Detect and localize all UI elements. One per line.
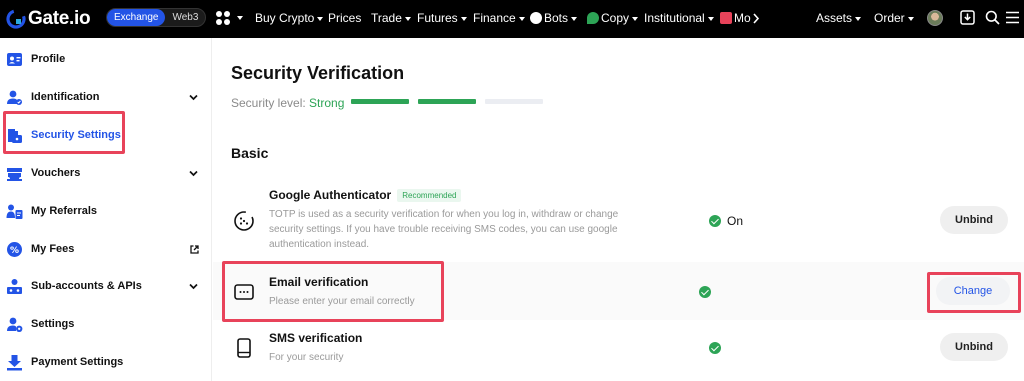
recommended-badge: Recommended	[397, 189, 462, 202]
check-circle-icon	[709, 342, 721, 354]
nav-assets[interactable]: Assets	[816, 11, 862, 25]
avatar[interactable]	[927, 10, 943, 26]
nav-copy[interactable]: Copy	[587, 11, 639, 25]
sidebar-item-profile[interactable]: Profile	[0, 40, 212, 78]
sidebar-item-label: Identification	[31, 91, 100, 103]
download-icon[interactable]	[960, 10, 975, 25]
gate-logo[interactable]: Gate.io	[6, 8, 91, 30]
sub-accounts-icon	[7, 278, 22, 294]
nav-futures[interactable]: Futures	[417, 11, 467, 25]
sidebar-item-my-referrals[interactable]: My Referrals	[0, 192, 212, 230]
nav-prices[interactable]: Prices	[328, 11, 361, 25]
chevron-right-icon[interactable]	[752, 13, 760, 24]
top-navigation-bar: Gate.io Exchange Web3 Buy Crypto Prices …	[0, 0, 1024, 38]
logo-text: Gate.io	[28, 8, 91, 29]
status-on: On	[709, 214, 743, 228]
change-button-highlight	[927, 272, 1021, 313]
gate-logo-icon	[6, 9, 26, 29]
sidebar-item-label: My Fees	[31, 243, 75, 255]
toggle-exchange[interactable]: Exchange	[107, 9, 166, 26]
sidebar-item-label: Vouchers	[31, 167, 81, 179]
nav-trade[interactable]: Trade	[371, 11, 411, 25]
main-content: Security Verification Security level: St…	[213, 38, 1024, 381]
authenticator-icon	[234, 211, 254, 231]
section-title-basic: Basic	[231, 145, 269, 161]
nav-more[interactable]: Mo	[720, 11, 751, 25]
sidebar: Profile Identification Security Settings…	[0, 38, 212, 381]
fees-icon: %	[7, 241, 22, 257]
page-title: Security Verification	[231, 63, 405, 83]
settings-icon	[7, 317, 23, 332]
sidebar-item-payment-settings[interactable]: Payment Settings	[0, 343, 212, 381]
identification-icon	[7, 90, 22, 105]
email-verification-highlight	[222, 261, 444, 322]
sidebar-item-label: Settings	[31, 318, 75, 330]
more-icon	[720, 12, 732, 24]
profile-icon	[7, 52, 22, 66]
phone-icon	[237, 338, 251, 358]
apps-icon[interactable]	[216, 11, 230, 25]
voucher-icon	[7, 167, 22, 181]
nav-order[interactable]: Order	[874, 11, 914, 25]
security-level-bar-1	[351, 99, 409, 104]
copy-flame-icon	[587, 12, 599, 24]
unbind-sms-button[interactable]: Unbind	[940, 333, 1008, 361]
sidebar-item-vouchers[interactable]: Vouchers	[0, 154, 212, 192]
row-description: TOTP is used as a security verification …	[269, 209, 619, 250]
security-level: Security level: Strong	[231, 96, 345, 110]
security-settings-highlight	[3, 111, 125, 154]
row-title: SMS verification	[269, 331, 363, 345]
row-title: Google Authenticator Recommended	[269, 188, 462, 202]
nav-finance[interactable]: Finance	[473, 11, 525, 25]
sidebar-item-settings[interactable]: Settings	[0, 305, 212, 343]
referrals-icon	[6, 204, 23, 219]
check-circle-icon	[699, 286, 711, 298]
status-enabled	[709, 342, 721, 354]
search-icon[interactable]	[985, 10, 1000, 25]
exchange-web3-toggle[interactable]: Exchange Web3	[106, 8, 206, 27]
payment-icon	[7, 354, 22, 370]
security-level-bar-2	[418, 99, 476, 104]
external-link-icon	[190, 244, 199, 254]
sidebar-item-my-fees[interactable]: % My Fees	[0, 230, 212, 268]
toggle-web3[interactable]: Web3	[165, 12, 205, 23]
chevron-down-icon	[237, 16, 243, 20]
sidebar-item-label: Payment Settings	[31, 356, 124, 368]
sidebar-item-label: Profile	[31, 53, 66, 65]
sidebar-item-label: My Referrals	[31, 205, 98, 217]
chevron-down-icon	[189, 94, 198, 100]
nav-institutional[interactable]: Institutional	[644, 11, 714, 25]
check-circle-icon	[709, 215, 721, 227]
row-description: For your security	[269, 352, 344, 363]
nav-bots[interactable]: Bots	[530, 11, 578, 25]
nav-buy-crypto[interactable]: Buy Crypto	[255, 11, 324, 25]
bots-icon	[530, 12, 542, 24]
menu-icon[interactable]	[1005, 11, 1020, 24]
security-level-bar-3	[485, 99, 543, 104]
sidebar-item-sub-accounts-apis[interactable]: Sub-accounts & APIs	[0, 267, 212, 305]
unbind-authenticator-button[interactable]: Unbind	[940, 206, 1008, 234]
security-level-value: Strong	[309, 96, 345, 110]
chevron-down-icon	[189, 283, 198, 289]
status-enabled	[699, 286, 711, 298]
svg-text:%: %	[10, 246, 19, 256]
chevron-down-icon	[189, 170, 198, 176]
sidebar-item-label: Sub-accounts & APIs	[31, 280, 142, 292]
